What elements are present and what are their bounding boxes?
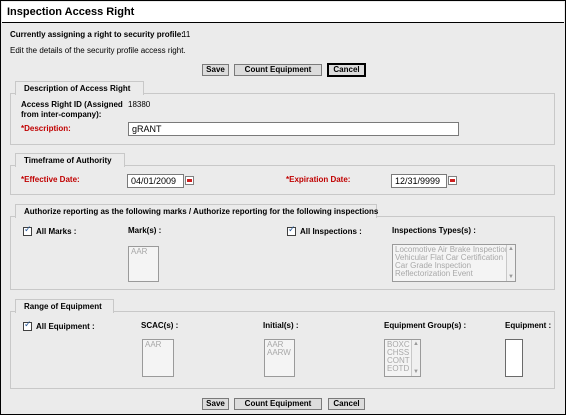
equipment-label: Equipment : xyxy=(505,321,552,330)
description-label: *Description: xyxy=(21,124,71,133)
initial-label: Initial(s) : xyxy=(263,321,299,330)
count-equipment-button-bottom[interactable]: Count Equipment xyxy=(234,398,322,410)
inspection-types-label: Inspections Types(s) : xyxy=(392,226,476,235)
scac-option[interactable]: AAR xyxy=(145,341,171,349)
save-button-bottom[interactable]: Save xyxy=(202,398,229,410)
instruction-text: Edit the details of the security profile… xyxy=(10,46,186,55)
marks-label: Mark(s) : xyxy=(128,226,162,235)
equipment-listbox[interactable] xyxy=(505,339,523,377)
initial-option[interactable]: AARW xyxy=(267,349,292,357)
inspection-types-scrollbar[interactable]: ▲ ▼ xyxy=(506,245,515,281)
effective-date-input[interactable] xyxy=(127,174,184,188)
equipment-group-label: Equipment Group(s) : xyxy=(384,321,467,330)
expiration-date-input[interactable] xyxy=(391,174,447,188)
scroll-up-icon[interactable]: ▲ xyxy=(507,245,515,253)
equipment-group-listbox[interactable]: BOXC CHSS CONT EOTD ▲ ▼ xyxy=(384,339,421,377)
all-marks-checkbox[interactable] xyxy=(23,225,32,236)
expiration-date-label: *Expiration Date: xyxy=(286,175,351,184)
profile-label: Currently assigning a right to security … xyxy=(10,30,184,39)
inspection-types-listbox[interactable]: Locomotive Air Brake Inspection Vehicula… xyxy=(392,244,516,282)
inspection-option[interactable]: Reflectorization Event xyxy=(395,270,504,278)
equipment-group-scrollbar[interactable]: ▲ ▼ xyxy=(411,340,420,376)
effective-date-label: *Effective Date: xyxy=(21,175,80,184)
scroll-down-icon[interactable]: ▼ xyxy=(412,368,420,376)
scac-label: SCAC(s) : xyxy=(141,321,179,330)
description-section: Description of Access Right Access Right… xyxy=(10,81,555,145)
cancel-button-bottom[interactable]: Cancel xyxy=(328,398,365,410)
access-right-id-label-line1: Access Right ID (Assigned xyxy=(21,100,123,109)
cancel-button-top[interactable]: Cancel xyxy=(327,63,366,77)
timeframe-section-title: Timeframe of Authority xyxy=(15,153,125,167)
expiration-date-calendar-icon[interactable] xyxy=(448,176,457,185)
all-inspections-label: All Inspections : xyxy=(300,227,362,236)
range-section-title: Range of Equipment xyxy=(15,299,114,313)
initial-listbox[interactable]: AAR AARW xyxy=(264,339,295,377)
all-marks-label: All Marks : xyxy=(36,227,77,236)
authorize-section: Authorize reporting as the following mar… xyxy=(10,204,555,290)
group-option[interactable]: EOTD xyxy=(387,365,410,373)
all-equipment-label: All Equipment : xyxy=(36,322,95,331)
access-right-id-value: 18380 xyxy=(128,100,151,109)
access-right-window: Inspection Access Right Currently assign… xyxy=(0,0,566,415)
scac-listbox[interactable]: AAR xyxy=(142,339,174,377)
marks-listbox[interactable]: AAR xyxy=(128,246,159,282)
scroll-down-icon[interactable]: ▼ xyxy=(507,273,515,281)
authorize-section-title: Authorize reporting as the following mar… xyxy=(15,204,378,218)
description-input[interactable] xyxy=(128,122,459,136)
profile-value: 11 xyxy=(182,30,191,39)
all-equipment-checkbox[interactable] xyxy=(23,320,32,331)
save-button-top[interactable]: Save xyxy=(202,64,229,76)
count-equipment-button-top[interactable]: Count Equipment xyxy=(234,64,322,76)
description-section-title: Description of Access Right xyxy=(15,81,144,95)
page-title: Inspection Access Right xyxy=(7,6,135,18)
timeframe-section: Timeframe of Authority *Effective Date: … xyxy=(10,153,555,195)
scroll-up-icon[interactable]: ▲ xyxy=(412,340,420,348)
title-bar: Inspection Access Right xyxy=(2,2,564,23)
access-right-id-label-line2: from inter-company): xyxy=(21,110,102,119)
marks-option[interactable]: AAR xyxy=(131,248,156,256)
effective-date-calendar-icon[interactable] xyxy=(185,176,194,185)
range-section: Range of Equipment All Equipment : SCAC(… xyxy=(10,299,555,389)
all-inspections-checkbox[interactable] xyxy=(287,225,296,236)
